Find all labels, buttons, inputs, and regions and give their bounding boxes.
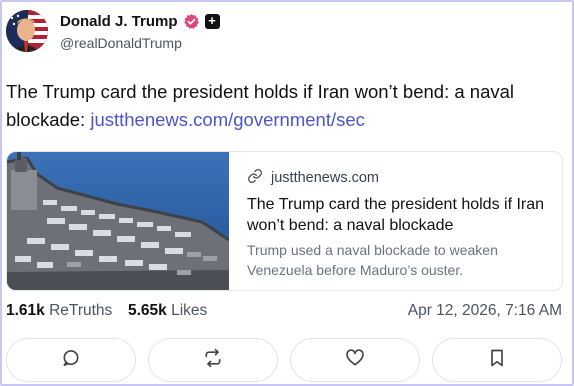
action-bar [6,338,566,382]
retruth-button[interactable] [148,338,278,382]
comment-icon [61,348,81,373]
card-description: Trump used a naval blockade to weaken Ve… [247,242,498,278]
name-row: Donald J. Trump + [60,11,220,31]
post-header: Donald J. Trump + @realDonaldTrump [6,8,220,54]
avatar[interactable] [6,10,48,52]
post-stats: 1.61k ReTruths 5.65k Likes Apr 12, 2026,… [6,302,566,324]
retruths-label: ReTruths [49,302,113,319]
like-button[interactable] [290,338,420,382]
timestamp[interactable]: Apr 12, 2026, 7:16 AM [408,302,562,320]
verified-badge-icon [183,13,200,30]
bookmark-button[interactable] [432,338,562,382]
display-name[interactable]: Donald J. Trump [60,13,178,30]
card-image [7,152,229,290]
post-container: Donald J. Trump + @realDonaldTrump The T… [0,0,574,386]
author-info: Donald J. Trump + @realDonaldTrump [60,11,220,51]
retruth-icon [203,348,223,373]
post-text: The Trump card the president holds if Ir… [6,78,554,134]
link-icon [247,168,263,189]
reply-button[interactable] [6,338,136,382]
likes-count: 5.65k [128,302,167,319]
like-icon [345,348,365,373]
card-body: justthenews.com The Trump card the presi… [229,152,562,290]
card-title: The Trump card the president holds if Ir… [247,196,545,234]
likes-label: Likes [171,302,208,319]
retruths-stat[interactable]: 1.61k ReTruths [6,302,112,320]
handle[interactable]: @realDonaldTrump [60,35,220,51]
card-domain: justthenews.com [271,170,379,186]
card-domain-row: justthenews.com [247,168,552,188]
post-link[interactable]: justthenews.com/government/sec [90,109,365,130]
retruths-count: 1.61k [6,302,45,319]
likes-stat[interactable]: 5.65k Likes [128,302,207,320]
plus-badge-icon: + [204,13,220,29]
link-preview-card[interactable]: justthenews.com The Trump card the presi… [6,151,563,291]
bookmark-icon [487,348,507,373]
